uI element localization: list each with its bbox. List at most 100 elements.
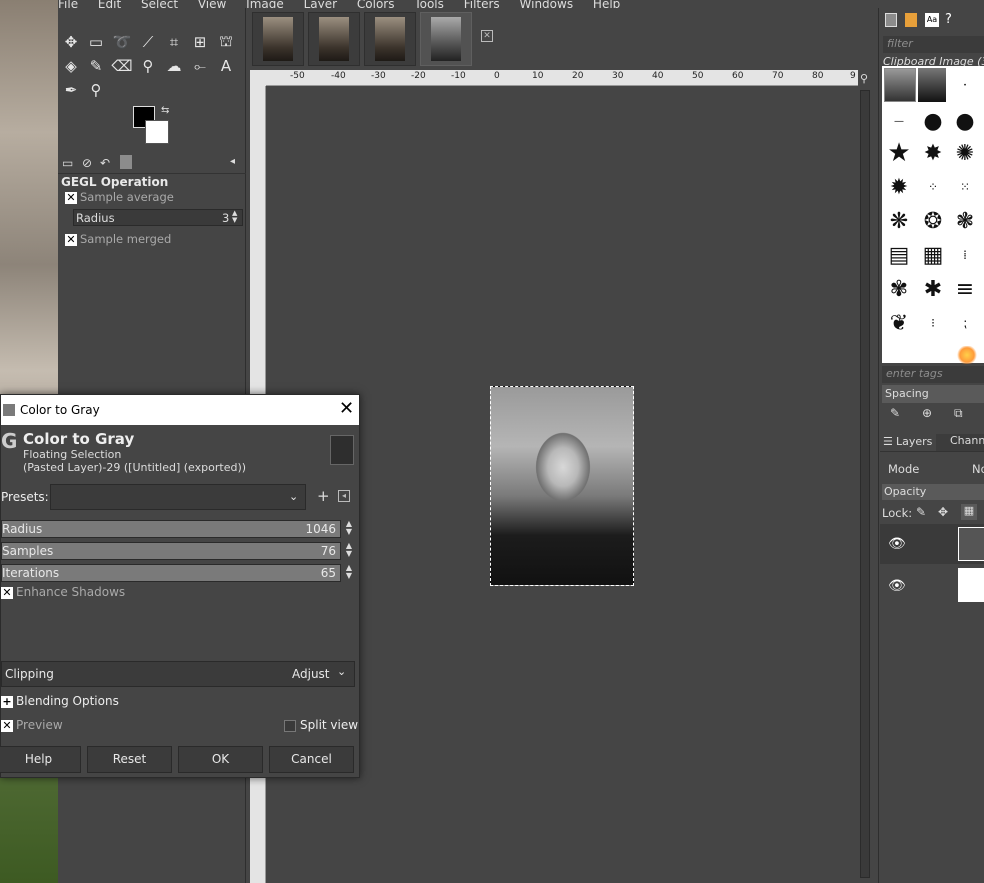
radius-slider[interactable]: Radius 1046 [1,520,341,538]
paths-tool-icon[interactable]: ⟜ [190,56,210,76]
brush-item[interactable] [918,68,946,102]
brush-tags-input[interactable]: enter tags [882,366,984,383]
dialog-titlebar[interactable]: Color to Gray ✕ [1,395,359,425]
visibility-eye-icon[interactable]: 👁 [888,536,906,552]
patterns-tab-icon[interactable] [905,13,917,27]
image-tab[interactable] [252,12,304,66]
radius-spin-icon[interactable]: ▲ ▼ [343,520,355,538]
brush-item[interactable] [956,346,978,364]
brush-item[interactable]: ⁏ [950,308,980,338]
brush-item[interactable]: ⁘ [918,172,948,202]
brush-item[interactable]: ✸ [918,138,948,168]
edit-brush-icon[interactable]: ✎ [890,406,900,420]
transform-tool-icon[interactable]: ⊞ [190,32,210,52]
expand-icon[interactable]: + [1,696,13,708]
brush-item[interactable]: ≡ [950,274,980,304]
iterations-slider[interactable]: Iterations 65 [1,564,341,582]
brush-item[interactable]: ● [918,106,948,136]
visibility-eye-icon[interactable]: 👁 [888,578,906,594]
brush-item[interactable] [884,68,916,102]
fonts-tab-icon[interactable]: Aa [925,13,939,27]
brush-grid[interactable]: • — ● ● ★ ✸ ✺ ✹ ⁘ ⁙ ❋ ❂ ❃ ▤ ▦ ⁞ ✾ ✱ ≡ ❦ … [882,66,984,364]
fuzzy-select-tool-icon[interactable]: ⟋ [138,32,158,52]
radius-field[interactable]: Radius 3 ▲ ▼ [73,209,243,226]
layer-row[interactable]: 👁 [880,566,984,606]
brush-item[interactable]: ✾ [884,274,914,304]
menu-colors[interactable]: Colors [357,0,395,8]
menu-image[interactable]: Image [246,0,284,8]
brush-item[interactable]: ❋ [884,206,914,236]
zoom-tool-icon[interactable]: ⚲ [86,80,106,100]
brush-item[interactable]: ⁞ [950,240,980,270]
ok-button[interactable]: OK [178,746,263,773]
menu-file[interactable]: File [58,0,78,8]
eraser-tool-icon[interactable]: ⌫ [111,56,132,76]
lock-position-icon[interactable]: ✥ [938,505,948,519]
sample-merged-checkbox[interactable]: ✕ [65,234,77,246]
preset-menu-icon[interactable]: ◂ [338,490,350,502]
clone-tool-icon[interactable]: ⚲ [138,56,158,76]
image-tab-active[interactable] [420,12,472,66]
menu-filters[interactable]: Filters [464,0,500,8]
reset-button[interactable]: Reset [87,746,172,773]
split-view-checkbox[interactable] [284,720,296,732]
vertical-scrollbar[interactable] [858,86,874,883]
scrollbar-track[interactable] [860,90,870,878]
duplicate-brush-icon[interactable]: ⧉ [954,406,963,421]
presets-combo[interactable]: ⌄ [50,484,306,510]
enhance-shadows-checkbox[interactable]: ✕ [1,587,13,599]
rect-select-tool-icon[interactable]: ▭ [86,32,106,52]
brush-filter-input[interactable]: filter [883,36,984,53]
layer-row[interactable]: 👁 [880,524,984,564]
radius-spin-icon[interactable]: ▲ ▼ [232,210,237,224]
warp-tool-icon[interactable]: ⛫ [216,32,236,52]
brush-item[interactable]: • [950,70,980,100]
horizontal-ruler[interactable]: -50 -40 -30 -20 -10 0 10 20 30 40 50 60 … [266,70,858,86]
brush-item[interactable]: ▦ [918,240,948,270]
image-tab[interactable] [308,12,360,66]
ruler-corner[interactable] [250,70,266,86]
samples-slider[interactable]: Samples 76 [1,542,341,560]
clipping-combo[interactable]: Clipping Adjust ⌄ [1,661,355,687]
spacing-slider[interactable]: Spacing [882,385,984,403]
images-tab-icon[interactable] [120,155,132,169]
layers-tab[interactable]: Layers [896,435,932,448]
swap-colors-icon[interactable]: ⇆ [161,105,169,116]
text-tool-icon[interactable]: A [216,56,236,76]
iterations-slider-value[interactable]: 65 [321,566,336,580]
brushes-tab-icon[interactable] [885,13,897,27]
floating-selection-image[interactable] [490,386,634,586]
brush-item[interactable]: ❦ [884,308,914,338]
brush-item[interactable]: ✱ [918,274,948,304]
brush-item[interactable]: ❃ [950,206,980,236]
mode-value[interactable]: No [972,462,984,476]
lock-pixels-icon[interactable]: ✎ [916,505,926,519]
brush-item[interactable]: ★ [884,138,914,168]
menu-edit[interactable]: Edit [98,0,121,8]
image-tab[interactable] [364,12,416,66]
brush-item[interactable]: ▤ [884,240,914,270]
menu-tools[interactable]: Tools [414,0,444,8]
menu-windows[interactable]: Windows [520,0,574,8]
lock-alpha-icon[interactable]: ▦ [961,504,977,520]
menu-select[interactable]: Select [141,0,178,8]
opacity-slider[interactable]: Opacity [882,484,984,500]
tool-options-tab-icon[interactable]: ▭ [62,156,73,170]
help-button[interactable]: Help [0,746,81,773]
smudge-tool-icon[interactable]: ☁ [164,56,184,76]
zoom-navigate-icon[interactable]: ⚲ [860,72,868,85]
device-status-tab-icon[interactable]: ⊘ [82,156,92,170]
brush-item[interactable]: ⁙ [950,172,980,202]
sample-average-checkbox[interactable]: ✕ [65,192,77,204]
move-tool-icon[interactable]: ✥ [61,32,81,52]
help-tab-icon[interactable]: ? [945,12,952,27]
color-picker-tool-icon[interactable]: ✒ [61,80,81,100]
close-icon[interactable]: ✕ [339,398,354,419]
bucket-fill-tool-icon[interactable]: ◈ [61,56,81,76]
background-color-swatch[interactable] [145,120,169,144]
add-preset-icon[interactable]: + [317,487,330,505]
menu-view[interactable]: View [198,0,226,8]
brush-item[interactable]: ● [950,106,980,136]
undo-history-tab-icon[interactable]: ↶ [100,156,110,170]
channels-tab[interactable]: Channe [936,434,984,451]
